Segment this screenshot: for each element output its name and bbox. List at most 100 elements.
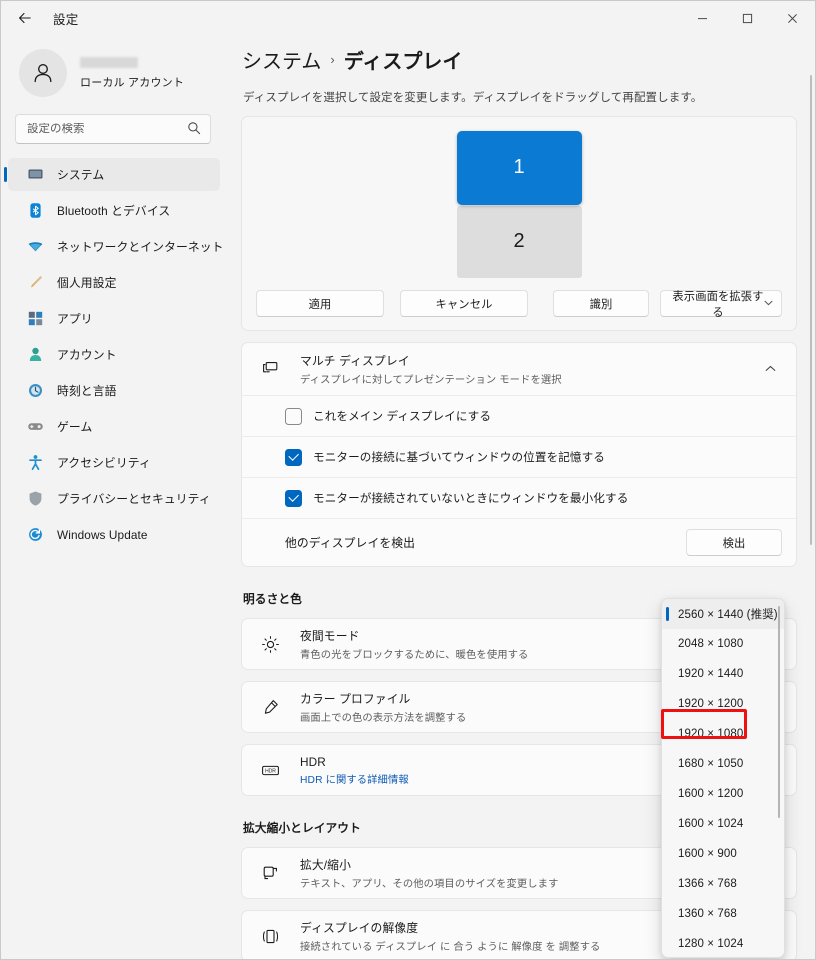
system-monitor-icon [26, 166, 44, 184]
sidebar-item-label: Bluetooth とデバイス [57, 204, 171, 218]
monitor-1[interactable]: 1 [456, 130, 582, 205]
resolution-option[interactable]: 1920 × 1200 [662, 689, 784, 719]
checkbox-label: モニターの接続に基づいてウィンドウの位置を記憶する [313, 451, 605, 464]
identify-button[interactable]: 識別 [553, 290, 649, 317]
resolution-option[interactable]: 1280 × 1024 [662, 929, 784, 957]
search-container [1, 101, 227, 144]
search-icon [187, 121, 201, 137]
resolution-option[interactable]: 1600 × 1024 [662, 809, 784, 839]
cancel-button[interactable]: キャンセル [400, 290, 528, 317]
account-type: ローカル アカウント [80, 76, 185, 89]
multi-display-icon [258, 360, 282, 379]
gamepad-icon [26, 418, 44, 436]
paintbrush-icon [26, 274, 44, 292]
close-button[interactable] [770, 1, 815, 35]
svg-text:HDR: HDR [265, 768, 276, 774]
sidebar-nav: システム Bluetooth とデバイス ネットワークとインターネット 個人用設… [1, 158, 227, 551]
display-mode-dropdown[interactable]: 表示画面を拡張する [660, 290, 782, 319]
resolution-option[interactable]: 1680 × 1050 [662, 749, 784, 779]
window-title: 設定 [53, 12, 79, 27]
resolution-option[interactable]: 1600 × 1200 [662, 779, 784, 809]
sidebar-item-label: システム [57, 168, 105, 182]
window-titlebar: 設定 [1, 1, 815, 35]
resolution-option[interactable]: 1366 × 768 [662, 869, 784, 899]
resolution-dropdown-flyout[interactable]: 2560 × 1440 (推奨) 2048 × 1080 1920 × 1440 19… [661, 598, 785, 958]
wifi-icon [26, 238, 44, 256]
apply-button[interactable]: 適用 [256, 290, 384, 317]
detect-button[interactable]: 検出 [686, 529, 782, 556]
sidebar-item-label: アクセシビリティ [57, 456, 151, 470]
scale-resize-icon [258, 864, 282, 883]
checkbox-label: モニターが接続されていないときにウィンドウを最小化する [313, 492, 629, 505]
sidebar-item-accounts[interactable]: アカウント [8, 338, 220, 371]
dropdown-scrollbar[interactable] [778, 606, 780, 818]
sidebar-item-gaming[interactable]: ゲーム [8, 410, 220, 443]
resolution-option[interactable]: 1920 × 1440 [662, 659, 784, 689]
checkbox-remember-window-positions[interactable] [285, 448, 302, 466]
resolution-option[interactable]: 1920 × 1080 [662, 719, 784, 749]
sidebar-item-time-language[interactable]: 時刻と言語 [8, 374, 220, 407]
maximize-button[interactable] [725, 1, 770, 35]
sidebar-item-bluetooth[interactable]: Bluetooth とデバイス [8, 194, 220, 227]
content-scrollbar[interactable] [810, 75, 812, 545]
resolution-option[interactable]: 2560 × 1440 (推奨) [662, 599, 784, 629]
display-mode-value: 表示画面を拡張する [672, 290, 764, 319]
resolution-option[interactable]: 1360 × 768 [662, 899, 784, 929]
night-light-sun-icon [258, 635, 282, 654]
sidebar-item-label: Windows Update [57, 527, 148, 542]
account-name-redacted [80, 56, 138, 68]
sidebar-item-personalization[interactable]: 個人用設定 [8, 266, 220, 299]
sidebar-item-apps[interactable]: アプリ [8, 302, 220, 335]
checkbox-main-display[interactable] [285, 407, 302, 425]
multi-display-card: マルチ ディスプレイ ディスプレイに対してプレゼンテーション モードを選択 これ… [241, 342, 797, 567]
bluetooth-icon [26, 202, 44, 220]
accessibility-icon [26, 454, 44, 472]
page-description: ディスプレイを選択して設定を変更します。ディスプレイをドラッグして再配置します。 [243, 92, 703, 104]
sidebar-item-label: アプリ [57, 312, 93, 326]
breadcrumb-separator-icon: › [330, 52, 335, 67]
apps-grid-icon [26, 310, 44, 328]
resolution-option[interactable]: 1600 × 900 [662, 839, 784, 869]
resolution-option[interactable]: 2048 × 1080 [662, 629, 784, 659]
sidebar-item-privacy-security[interactable]: プライバシーとセキュリティ [8, 482, 220, 515]
eyedropper-icon [258, 698, 282, 717]
monitor-2[interactable]: 2 [456, 205, 582, 278]
sidebar-item-network[interactable]: ネットワークとインターネット [8, 230, 223, 263]
display-arrangement-card: 1 2 適用 キャンセル 識別 表示画面を拡張する [241, 116, 797, 331]
detect-display-label: 他のディスプレイを検出 [285, 536, 416, 550]
sidebar-item-accessibility[interactable]: アクセシビリティ [8, 446, 220, 479]
sidebar-item-label: 個人用設定 [57, 276, 117, 290]
sidebar-item-label: プライバシーとセキュリティ [57, 492, 211, 506]
search-input[interactable] [27, 123, 187, 135]
search-box[interactable] [15, 114, 211, 144]
sidebar-item-label: 時刻と言語 [57, 384, 117, 398]
sidebar-item-label: ネットワークとインターネット [57, 240, 224, 254]
sidebar-item-windows-update[interactable]: Windows Update [8, 518, 220, 551]
detect-display-row: 他のディスプレイを検出 検出 [242, 518, 796, 566]
checkbox-row-remember-window-positions[interactable]: モニターの接続に基づいてウィンドウの位置を記憶する [242, 436, 796, 477]
breadcrumb: システム › ディスプレイ [241, 45, 797, 74]
clock-globe-icon [26, 382, 44, 400]
monitor-label: 1 [513, 156, 525, 178]
sidebar-item-system[interactable]: システム [4, 158, 220, 191]
back-arrow-icon[interactable] [9, 3, 41, 33]
chevron-up-icon[interactable] [765, 364, 782, 374]
checkbox-row-minimize-on-disconnect[interactable]: モニターが接続されていないときにウィンドウを最小化する [242, 477, 796, 518]
account-block[interactable]: ローカル アカウント [1, 35, 227, 101]
multi-display-subtitle: ディスプレイに対してプレゼンテーション モードを選択 [300, 375, 562, 386]
minimize-button[interactable] [680, 1, 725, 35]
monitor-preview-area[interactable]: 1 2 [242, 129, 796, 279]
row-title: カラー プロファイル [300, 692, 411, 706]
resolution-option-list: 2560 × 1440 (推奨) 2048 × 1080 1920 × 1440 19… [662, 599, 784, 957]
multi-display-header[interactable]: マルチ ディスプレイ ディスプレイに対してプレゼンテーション モードを選択 [242, 343, 796, 395]
multi-display-title: マルチ ディスプレイ [300, 354, 410, 368]
window-controls [680, 1, 815, 35]
resolution-icon [258, 927, 282, 946]
checkbox-row-main-display[interactable]: これをメイン ディスプレイにする [242, 395, 796, 436]
settings-window: 設定 ローカル アカウント 設定の検索 システム Bluetooth とデバイス… [0, 0, 816, 960]
page-title: ディスプレイ [343, 51, 463, 73]
checkbox-minimize-on-disconnect[interactable] [285, 489, 302, 507]
update-refresh-icon [26, 526, 44, 544]
sidebar-item-label: ゲーム [57, 420, 93, 434]
breadcrumb-system[interactable]: システム [242, 45, 321, 74]
